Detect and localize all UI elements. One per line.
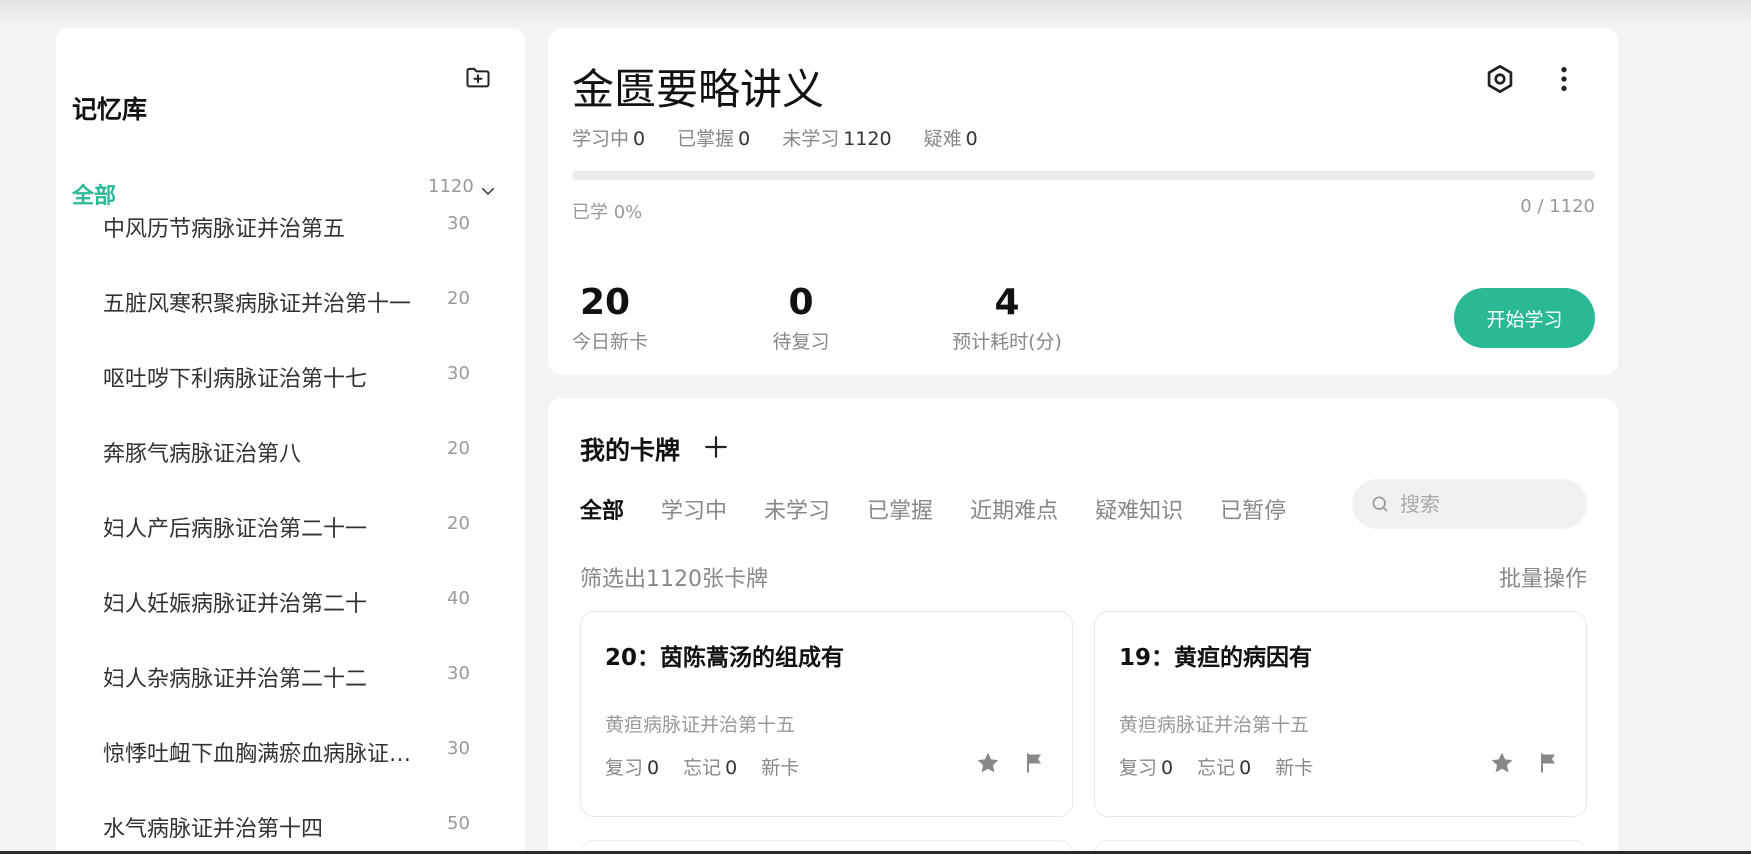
sidebar-item-count: 30	[447, 213, 470, 234]
sidebar-item-label: 呕吐哕下利病脉证治第十七	[103, 367, 368, 392]
sidebar-deck-item[interactable]: 五脏风寒积聚病脉证并治第十一 20	[56, 286, 525, 326]
deck-summary-card: 金匮要略讲义 学习中 0 已掌握 0 未学习 1120 疑难 0 已学 0% 0 / 1…	[548, 28, 1618, 375]
tab-filter[interactable]: 疑难知识	[1095, 493, 1183, 525]
tab-filter[interactable]: 已暂停	[1220, 493, 1286, 525]
sidebar-item-count: 30	[447, 663, 470, 684]
search-box[interactable]	[1352, 479, 1587, 529]
sidebar-all-count: 1120	[428, 176, 474, 197]
sidebar-deck-item[interactable]: 惊悸吐衄下血胸满瘀血病脉证… 30	[56, 736, 525, 776]
sidebar-item-count: 40	[447, 588, 470, 609]
deck-stats: 学习中 0 已掌握 0 未学习 1120 疑难 0	[572, 124, 978, 151]
stat-unlearned: 未学习 1120	[782, 128, 892, 150]
sidebar-deck-item[interactable]: 中风历节病脉证并治第五 30	[56, 211, 525, 251]
sidebar-deck-item[interactable]: 妇人妊娠病脉证并治第二十 40	[56, 586, 525, 626]
metric-est-time: 4 预计耗时(分)	[952, 282, 1062, 354]
search-input[interactable]	[1400, 492, 1570, 516]
forget-count: 忘记 0	[1197, 757, 1252, 779]
sidebar-deck-item[interactable]: 水气病脉证并治第十四 50	[56, 811, 525, 851]
folder-add-icon[interactable]	[464, 63, 492, 91]
search-icon	[1372, 496, 1388, 512]
flag-icon[interactable]	[1022, 750, 1046, 776]
sidebar-item-label: 奔豚气病脉证治第八	[103, 442, 302, 467]
flashcard-meta: 复习 0 忘记 0 新卡	[1119, 753, 1313, 780]
add-card-icon[interactable]	[703, 434, 729, 460]
sidebar-item-count: 20	[447, 513, 470, 534]
sidebar-item-label: 五脏风寒积聚病脉证并治第十一	[103, 292, 412, 317]
sidebar-item-label: 惊悸吐衄下血胸满瘀血病脉证…	[103, 742, 412, 767]
sidebar-item-count: 50	[447, 813, 470, 834]
flashcard-title: 19：黄疸的病因有	[1119, 645, 1313, 671]
stat-difficult: 疑难 0	[923, 128, 978, 150]
deck-title: 金匮要略讲义	[572, 65, 825, 114]
flashcard-title: 20：茵陈蒿汤的组成有	[605, 645, 845, 671]
sidebar-title: 记忆库	[72, 95, 148, 124]
my-cards-title: 我的卡牌	[580, 436, 681, 465]
review-count: 复习 0	[605, 757, 660, 779]
flag-icon[interactable]	[1536, 750, 1560, 776]
my-cards-panel: 我的卡牌 全部 学习中 未学习 已掌握 近期难点 疑难知识 已暂停 筛选出1120张卡牌 批…	[548, 398, 1618, 854]
tab-filter[interactable]: 已掌握	[867, 493, 933, 525]
sidebar-item-label: 中风历节病脉证并治第五	[103, 217, 346, 242]
forget-count: 忘记 0	[683, 757, 738, 779]
sidebar-deck-item[interactable]: 妇人产后病脉证治第二十一 20	[56, 511, 525, 551]
sidebar-item-count: 30	[447, 738, 470, 759]
metric-due-review: 0 待复习	[772, 282, 830, 354]
sidebar-deck-item[interactable]: 妇人杂病脉证并治第二十二 30	[56, 661, 525, 701]
tab-filter[interactable]: 学习中	[661, 493, 727, 525]
sidebar-item-count: 20	[447, 288, 470, 309]
sidebar-item-label: 水气病脉证并治第十四	[103, 817, 324, 842]
star-icon[interactable]	[975, 750, 1001, 776]
filter-result-text: 筛选出1120张卡牌	[580, 567, 768, 592]
flashcard[interactable]: 20：茵陈蒿汤的组成有 黄疸病脉证并治第十五 复习 0 忘记 0 新卡	[580, 611, 1073, 817]
batch-operation-button[interactable]: 批量操作	[1499, 561, 1587, 593]
start-learning-button[interactable]: 开始学习	[1454, 288, 1595, 348]
settings-icon[interactable]	[1484, 63, 1516, 95]
learned-percent: 已学 0%	[572, 202, 643, 223]
tab-filter[interactable]: 全部	[580, 493, 624, 525]
progress-bar	[572, 171, 1595, 180]
flashcard-chapter: 黄疸病脉证并治第十五	[1119, 714, 1310, 736]
sidebar-deck-item[interactable]: 奔豚气病脉证治第八 20	[56, 436, 525, 476]
sidebar-deck-item[interactable]: 呕吐哕下利病脉证治第十七 30	[56, 361, 525, 401]
flashcard[interactable]: 19：黄疸的病因有 黄疸病脉证并治第十五 复习 0 忘记 0 新卡	[1094, 611, 1587, 817]
more-vertical-icon[interactable]	[1548, 63, 1580, 95]
sidebar-item-label: 妇人产后病脉证治第二十一	[103, 517, 368, 542]
tab-filter[interactable]: 未学习	[764, 493, 830, 525]
sidebar-item-count: 20	[447, 438, 470, 459]
tab-filter[interactable]: 近期难点	[970, 493, 1058, 525]
card-status: 新卡	[761, 757, 800, 779]
metric-new-today: 20 今日新卡	[572, 282, 649, 354]
sidebar-item-label: 妇人妊娠病脉证并治第二十	[103, 592, 368, 617]
star-icon[interactable]	[1489, 750, 1515, 776]
review-count: 复习 0	[1119, 757, 1174, 779]
stat-learning: 学习中 0	[572, 128, 646, 150]
card-status: 新卡	[1275, 757, 1314, 779]
memory-library-sidebar: 记忆库 全部 1120 中风历节病脉证并治第五 30 五脏风寒积聚病脉证并治第十一 2…	[56, 28, 525, 851]
stat-mastered: 已掌握 0	[677, 128, 751, 150]
sidebar-item-count: 30	[447, 363, 470, 384]
sidebar-item-all[interactable]: 全部	[72, 178, 116, 210]
card-filter-tabs: 全部 学习中 未学习 已掌握 近期难点 疑难知识 已暂停	[580, 493, 1286, 525]
top-shadow	[0, 0, 1751, 28]
sidebar-item-label: 妇人杂病脉证并治第二十二	[103, 667, 368, 692]
chevron-down-icon[interactable]	[479, 182, 497, 200]
flashcard-meta: 复习 0 忘记 0 新卡	[605, 753, 799, 780]
flashcard-chapter: 黄疸病脉证并治第十五	[605, 714, 796, 736]
learned-count: 0 / 1120	[1520, 196, 1595, 217]
